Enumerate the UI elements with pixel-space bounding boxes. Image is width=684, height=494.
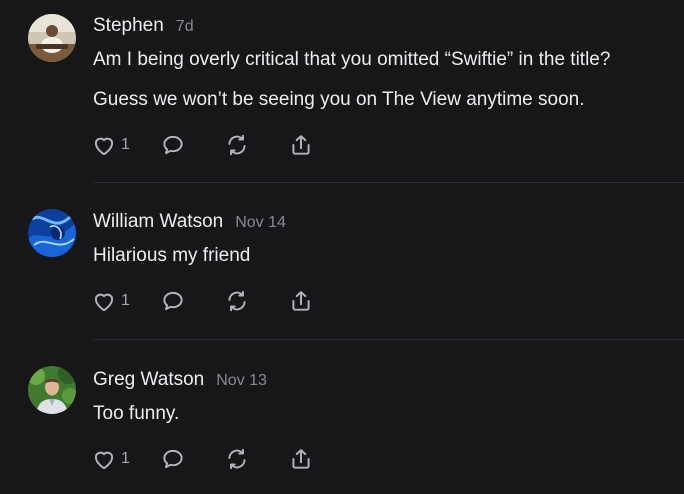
- share-button[interactable]: [288, 132, 314, 158]
- restack-button[interactable]: [224, 132, 250, 158]
- comment-date[interactable]: 7d: [176, 18, 194, 36]
- comment: Stephen 7d Am I being overly critical th…: [0, 0, 684, 183]
- share-button[interactable]: [288, 446, 314, 472]
- avatar[interactable]: [28, 14, 76, 62]
- comment-header: Greg Watson Nov 13: [93, 369, 267, 393]
- avatar-image: [28, 366, 76, 414]
- repost-icon: [228, 290, 246, 312]
- comment-text: Too funny.: [93, 403, 180, 424]
- comment-text: Hilarious my friend: [93, 245, 251, 266]
- like-button[interactable]: 1: [91, 132, 130, 158]
- author-name[interactable]: Greg Watson: [93, 369, 204, 391]
- repost-icon: [228, 134, 246, 156]
- author-name[interactable]: Stephen: [93, 15, 164, 37]
- reply-button[interactable]: [160, 132, 186, 158]
- reply-button[interactable]: [160, 288, 186, 314]
- author-name[interactable]: William Watson: [93, 211, 223, 233]
- comment-header: William Watson Nov 14: [93, 211, 286, 235]
- share-upload-icon: [292, 449, 310, 469]
- share-upload-icon: [292, 135, 310, 155]
- like-count: 1: [121, 136, 130, 153]
- heart-icon: [94, 293, 114, 312]
- restack-button[interactable]: [224, 288, 250, 314]
- avatar[interactable]: [28, 366, 76, 414]
- like-count: 1: [121, 292, 130, 309]
- comment-actions: 1: [91, 446, 314, 472]
- heart-icon: [94, 451, 114, 470]
- speech-bubble-icon: [163, 135, 183, 155]
- comment-actions: 1: [91, 132, 314, 158]
- like-count: 1: [121, 450, 130, 467]
- speech-bubble-icon: [163, 291, 183, 311]
- reply-button[interactable]: [160, 446, 186, 472]
- speech-bubble-icon: [163, 449, 183, 469]
- comment-actions: 1: [91, 288, 314, 314]
- avatar-image: [28, 209, 76, 257]
- restack-button[interactable]: [224, 446, 250, 472]
- like-button[interactable]: 1: [91, 288, 130, 314]
- like-button[interactable]: 1: [91, 446, 130, 472]
- repost-icon: [228, 448, 246, 470]
- comment-date[interactable]: Nov 13: [216, 372, 267, 390]
- comment-header: Stephen 7d: [93, 15, 194, 39]
- comment-text: Guess we won’t be seeing you on The View…: [93, 89, 585, 110]
- comment-date[interactable]: Nov 14: [235, 214, 286, 232]
- avatar-image: [28, 14, 76, 62]
- share-button[interactable]: [288, 288, 314, 314]
- avatar[interactable]: [28, 209, 76, 257]
- heart-icon: [94, 137, 114, 156]
- comment-text: Am I being overly critical that you omit…: [93, 49, 611, 70]
- share-upload-icon: [292, 291, 310, 311]
- comment: Greg Watson Nov 13 Too funny. 1: [0, 340, 684, 494]
- comment: William Watson Nov 14 Hilarious my frien…: [0, 183, 684, 339]
